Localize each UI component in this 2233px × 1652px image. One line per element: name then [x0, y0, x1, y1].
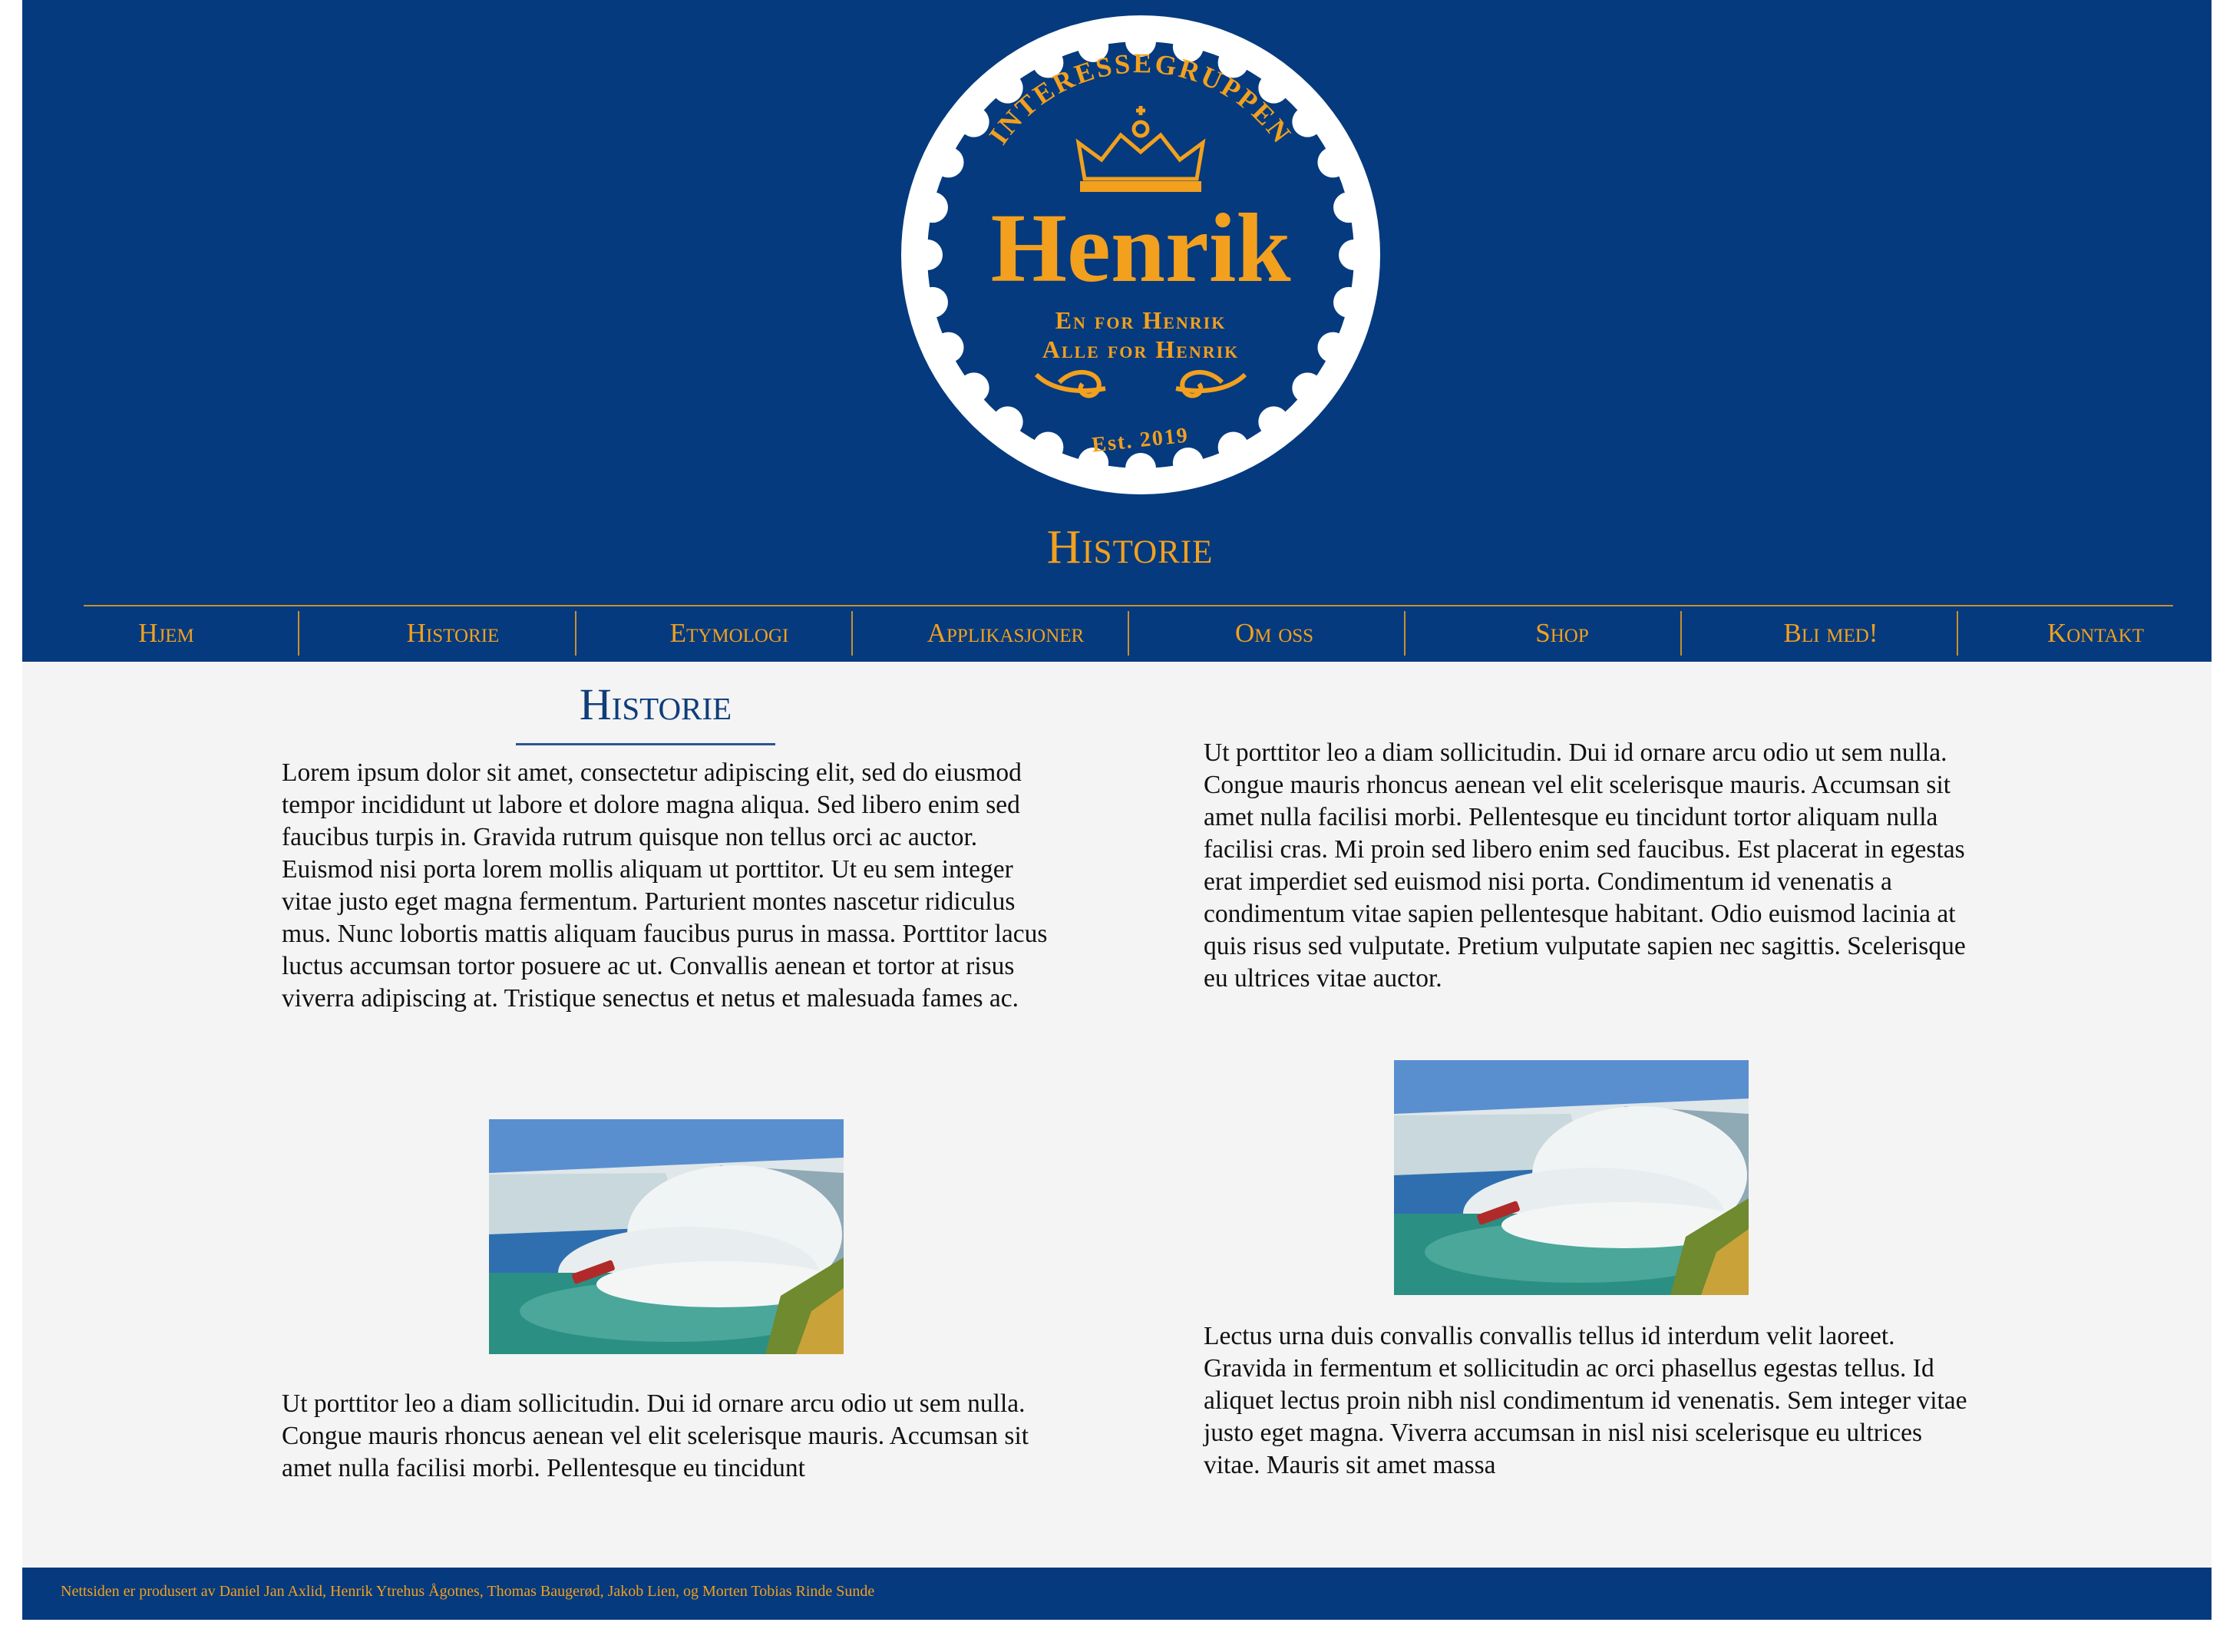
page-heading: Historie [1046, 521, 1214, 573]
waterfall-photo-right [1394, 1060, 1749, 1295]
henrik-logo[interactable]: INTERESSEGRUPPEN Henrik En for Henrik Al… [887, 14, 1395, 496]
left-paragraph-1: Lorem ipsum dolor sit amet, consectetur … [282, 758, 1048, 1013]
nav-divider-line [84, 605, 2173, 606]
logo-name: Henrik [990, 193, 1290, 302]
main-content: Historie Lorem ipsum dolor sit amet, con… [22, 662, 2212, 1568]
nav-kontakt[interactable]: Kontakt [1980, 611, 2212, 656]
nav-bli-med[interactable]: Bli med! [1700, 611, 1962, 656]
nav-historie[interactable]: Historie [322, 611, 584, 656]
nav-separator [1957, 611, 1958, 656]
logo-motto-line2: Alle for Henrik [1042, 335, 1240, 363]
nav-applikasjoner[interactable]: Applikasjoner [874, 611, 1137, 656]
site-header: INTERESSEGRUPPEN Henrik En for Henrik Al… [22, 0, 2212, 662]
nav-separator [575, 611, 576, 656]
section-title: Historie [579, 679, 732, 729]
title-underline [516, 743, 775, 745]
right-paragraph-1: Ut porttitor leo a diam sollicitudin. Du… [1204, 738, 1966, 993]
nav-separator [1680, 611, 1682, 656]
right-paragraph-2: Lectus urna duis convallis convallis tel… [1204, 1322, 1967, 1479]
waterfall-photo-left [489, 1119, 844, 1354]
site-footer: Nettsiden er produsert av Daniel Jan Axl… [22, 1568, 2212, 1620]
nav-hjem[interactable]: Hjem [84, 611, 249, 656]
nav-etymologi[interactable]: Etymologi [598, 611, 860, 656]
nav-om-oss[interactable]: Om oss [1143, 611, 1406, 656]
page: INTERESSEGRUPPEN Henrik En for Henrik Al… [22, 0, 2212, 1620]
nav-separator [1404, 611, 1406, 656]
nav-separator [1128, 611, 1129, 656]
nav-shop[interactable]: Shop [1431, 611, 1693, 656]
main-navigation: Hjem Historie Etymologi Applikasjoner Om… [22, 608, 2212, 657]
logo-motto-line1: En for Henrik [1055, 306, 1227, 334]
left-paragraph-2: Ut porttitor leo a diam sollicitudin. Du… [282, 1389, 1029, 1482]
nav-separator [851, 611, 853, 656]
nav-separator [298, 611, 299, 656]
footer-credits: Nettsiden er produsert av Daniel Jan Axl… [61, 1583, 875, 1600]
